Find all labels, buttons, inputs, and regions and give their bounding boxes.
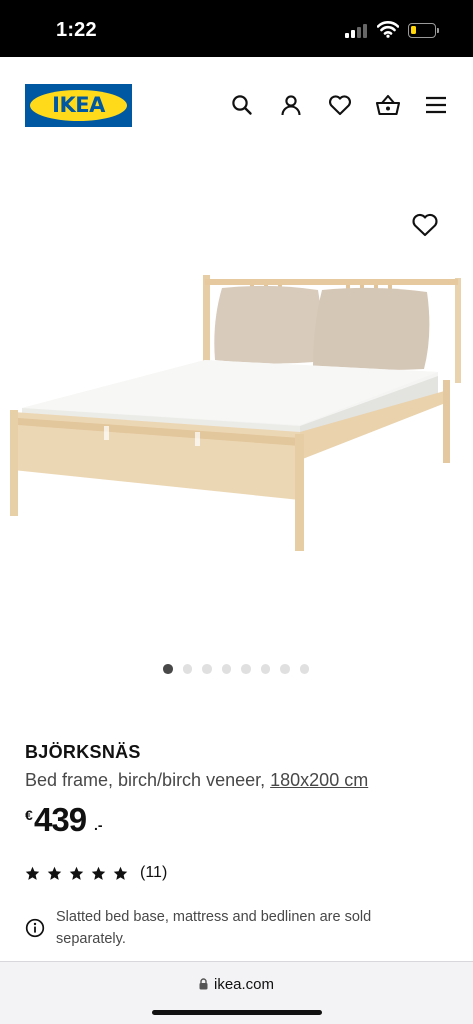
product-rating[interactable]: (11) [25,863,167,883]
favourites-icon [329,95,351,116]
account-icon [281,95,301,116]
battery-icon [408,23,436,38]
lock-icon [199,978,208,990]
carousel-dot[interactable] [202,664,212,674]
star-icon [91,866,106,880]
carousel-dot[interactable] [182,664,192,674]
add-to-favourites-button[interactable] [411,212,439,240]
account-button[interactable] [277,91,305,119]
product-image[interactable] [0,160,473,650]
shopping-bag-icon [375,94,401,116]
image-carousel-dots [163,664,309,674]
carousel-dot[interactable] [260,664,270,674]
status-bar: 1:22 [0,0,473,57]
url-text: ikea.com [213,976,275,993]
star-icon [113,866,128,880]
carousel-dot[interactable] [241,664,251,674]
star-icon [47,866,62,880]
star-icon [69,866,84,880]
product-type: Bed frame, birch/birch veneer, [25,770,266,790]
ikea-logo[interactable]: IKEA [25,84,132,127]
price-currency: € [25,807,33,823]
heart-icon [412,213,438,237]
status-time: 1:22 [56,19,97,41]
menu-icon [426,96,446,114]
star-icon [25,866,40,880]
menu-button[interactable] [422,91,450,119]
rating-count: (11) [140,864,168,881]
search-button[interactable] [228,91,256,119]
product-description: Bed frame, birch/birch veneer, 180x200 c… [25,770,368,791]
info-note-text: Slatted bed base, mattress and bedlinen … [56,909,372,947]
search-icon [232,95,252,115]
price-amount: 439 [34,801,87,838]
favourites-button[interactable] [326,91,354,119]
url-display[interactable]: ikea.com [0,976,473,993]
cellular-signal-icon [345,24,371,38]
carousel-dot[interactable] [163,664,173,674]
battery-cap [437,28,439,33]
price-decimals: .- [94,817,103,833]
logo-text: IKEA [52,93,105,117]
wifi-icon [377,21,399,38]
carousel-dot[interactable] [299,664,309,674]
shopping-bag-button[interactable] [374,91,402,119]
carousel-dot[interactable] [221,664,231,674]
bed-frame-illustration [10,275,461,551]
product-name: BJÖRKSNÄS [25,742,141,762]
carousel-dot[interactable] [280,664,290,674]
site-header: IKEA [0,57,473,157]
home-indicator[interactable] [152,1010,322,1015]
info-icon [25,918,45,938]
product-size-link[interactable]: 180x200 cm [270,770,368,790]
